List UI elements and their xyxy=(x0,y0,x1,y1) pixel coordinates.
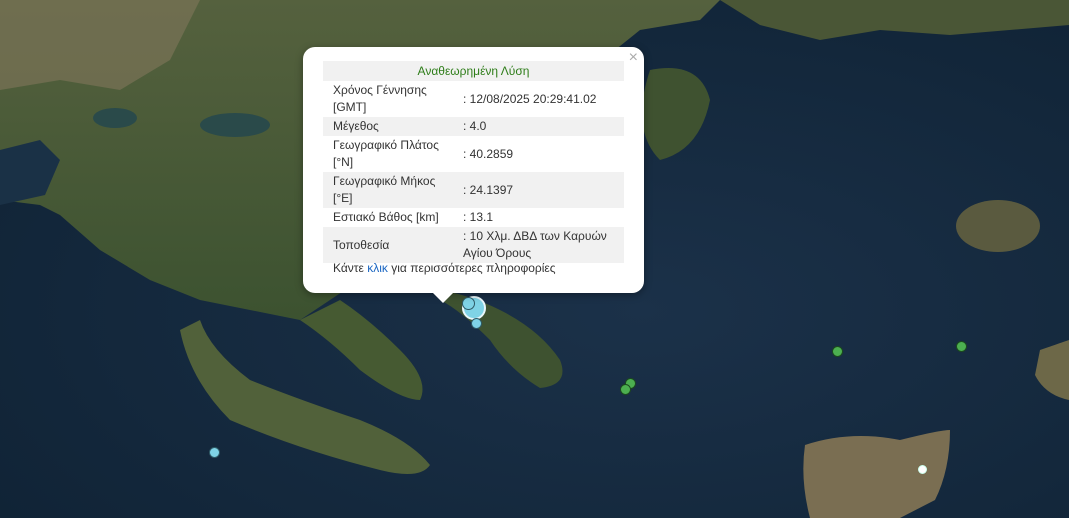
origin-time-value: : 12/08/2025 20:29:41.02 xyxy=(463,91,597,106)
magnitude-label: Μέγεθος xyxy=(333,119,379,133)
more-info-line: Κάντε κλικ για περισσότερες πληροφορίες xyxy=(333,261,556,275)
quake-marker[interactable] xyxy=(462,297,475,310)
quake-marker[interactable] xyxy=(918,465,927,474)
quake-marker[interactable] xyxy=(209,447,220,458)
table-row: Εστιακό Βάθος [km] : 13.1 xyxy=(323,208,624,227)
samothraki-island xyxy=(956,200,1040,252)
earthquake-popup: × Αναθεωρημένη Λύση Χρόνος Γέννησης [GMT… xyxy=(303,47,644,303)
latitude-value: : 40.2859 xyxy=(463,146,514,161)
lake xyxy=(200,113,270,137)
quake-marker[interactable] xyxy=(956,341,967,352)
table-row: Γεωγραφικό Μήκος [°E] : 24.1397 xyxy=(323,172,624,208)
lake xyxy=(93,108,137,128)
table-row: Τοποθεσία : 10 Χλμ. ΔΒΔ των Καρυών Αγίου… xyxy=(323,227,624,263)
quake-marker[interactable] xyxy=(832,346,843,357)
origin-time-label: Χρόνος Γέννησης [GMT] xyxy=(333,83,427,114)
popup-title: Αναθεωρημένη Λύση xyxy=(323,61,624,81)
more-info-suffix: για περισσότερες πληροφορίες xyxy=(391,261,556,275)
location-label: Τοποθεσία xyxy=(333,237,390,252)
more-info-link[interactable]: κλικ xyxy=(367,261,388,275)
depth-value: : 13.1 xyxy=(463,210,494,224)
location-value: : 10 Χλμ. ΔΒΔ των Καρυών Αγίου Όρους xyxy=(463,229,607,260)
table-row: Χρόνος Γέννησης [GMT] : 12/08/2025 20:29… xyxy=(323,81,624,117)
satellite-map[interactable]: × Αναθεωρημένη Λύση Χρόνος Γέννησης [GMT… xyxy=(0,0,1069,518)
table-row: Γεωγραφικό Πλάτος [°N] : 40.2859 xyxy=(323,136,624,172)
quake-marker[interactable] xyxy=(471,318,482,329)
more-info-prefix: Κάντε xyxy=(333,261,364,275)
event-details-table: Χρόνος Γέννησης [GMT] : 12/08/2025 20:29… xyxy=(323,81,624,263)
magnitude-value: : 4.0 xyxy=(463,119,487,133)
close-icon[interactable]: × xyxy=(629,49,638,67)
depth-label: Εστιακό Βάθος [km] xyxy=(333,210,439,224)
longitude-value: : 24.1397 xyxy=(463,182,514,197)
latitude-label: Γεωγραφικό Πλάτος [°N] xyxy=(333,138,439,169)
quake-marker[interactable] xyxy=(620,384,631,395)
table-row: Μέγεθος : 4.0 xyxy=(323,117,624,136)
longitude-label: Γεωγραφικό Μήκος [°E] xyxy=(333,174,436,205)
